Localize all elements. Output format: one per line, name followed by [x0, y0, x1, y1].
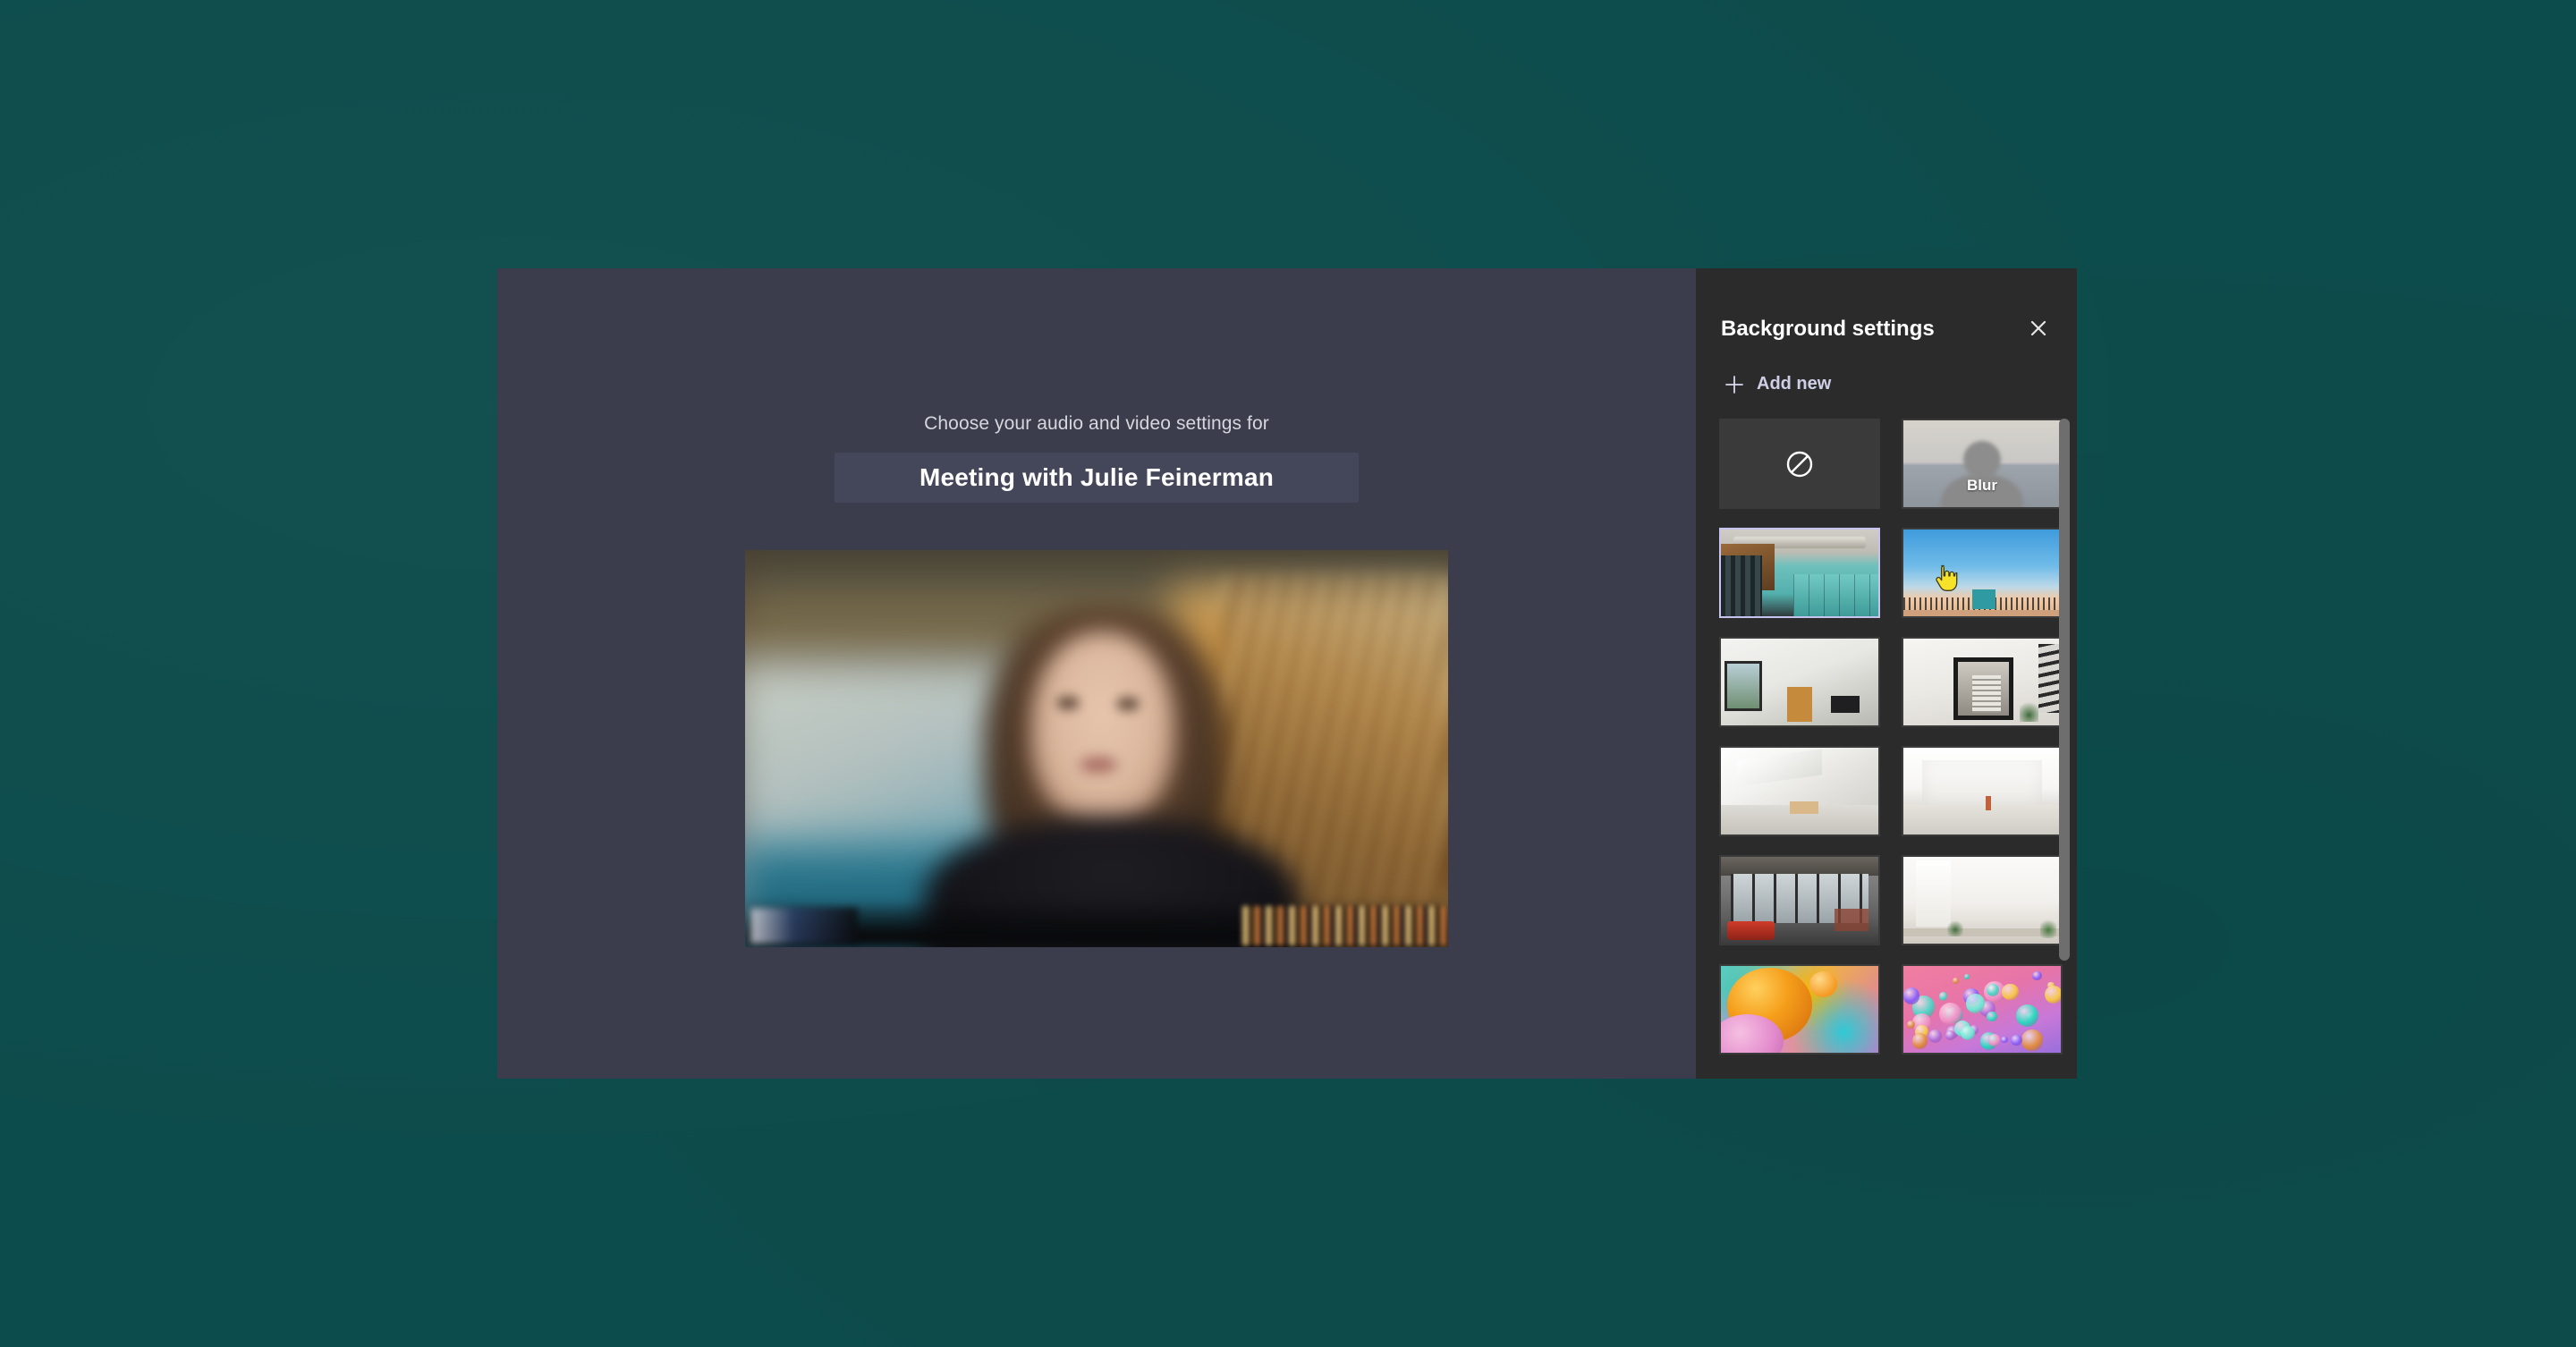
panel-scrollbar[interactable]: [2059, 419, 2070, 1066]
background-thumbnail-spheres-cool: [1903, 966, 2061, 1053]
background-thumbnail-beach-pier: [1903, 529, 2061, 616]
add-new-label: Add new: [1757, 374, 1832, 394]
panel-title: Background settings: [1721, 317, 1935, 341]
prejoin-subtitle: Choose your audio and video settings for: [924, 413, 1269, 434]
background-grid: Blur: [1719, 419, 2063, 1073]
background-tile-white-gallery[interactable]: [1902, 746, 2063, 836]
meeting-title-bar: Meeting with Julie Feinerman: [835, 453, 1359, 503]
background-tile-beach-pier[interactable]: [1902, 528, 2063, 618]
prejoin-stage: Choose your audio and video settings for…: [497, 268, 1696, 1079]
background-tile-caption: Blur: [1967, 477, 1997, 494]
background-thumbnail-room-mirror: [1903, 639, 2061, 725]
video-person-face: [1031, 632, 1174, 825]
background-thumbnail-white-loft: [1721, 748, 1878, 834]
background-thumbnail-none: [1721, 420, 1878, 507]
background-tile-spheres-warm[interactable]: [1719, 964, 1880, 1055]
background-tile-room-mirror[interactable]: [1902, 637, 2063, 727]
video-person-eye-right: [1116, 697, 1140, 711]
background-grid-scroll-area[interactable]: Blur: [1719, 419, 2068, 1079]
close-icon: [2030, 320, 2046, 336]
background-thumbnail-office-lockers: [1721, 529, 1878, 616]
teams-prejoin-window: Choose your audio and video settings for…: [497, 268, 2077, 1079]
background-tile-blur[interactable]: Blur: [1902, 419, 2063, 509]
prejoin-heading-group: Choose your audio and video settings for…: [497, 413, 1696, 503]
background-thumbnail-spheres-warm: [1721, 966, 1878, 1053]
plus-icon: [1725, 375, 1743, 394]
panel-scrollbar-thumb[interactable]: [2059, 419, 2070, 961]
background-tile-white-minimal[interactable]: [1902, 855, 2063, 945]
panel-header: Background settings: [1696, 268, 2077, 342]
meeting-title: Meeting with Julie Feinerman: [919, 463, 1275, 491]
video-person-mouth: [1080, 757, 1117, 773]
background-thumbnail-white-minimal: [1903, 857, 2061, 944]
background-tile-spheres-cool[interactable]: [1902, 964, 2063, 1055]
add-new-background-button[interactable]: Add new: [1719, 370, 1836, 398]
background-tile-none[interactable]: [1719, 419, 1880, 509]
background-thumbnail-room-window: [1721, 639, 1878, 725]
video-person-eye-left: [1056, 696, 1080, 710]
video-scene-desk-object: [750, 908, 858, 944]
background-tile-room-window[interactable]: [1719, 637, 1880, 727]
background-tile-office-lockers[interactable]: [1719, 528, 1880, 618]
background-tile-loft-city-view[interactable]: [1719, 855, 1880, 945]
video-scene-bookshelf: [1242, 906, 1448, 945]
background-thumbnail-loft-city-view: [1721, 857, 1878, 944]
no-background-icon: [1786, 451, 1813, 477]
background-settings-panel: Background settings Add new Blur: [1696, 268, 2077, 1079]
background-tile-white-loft[interactable]: [1719, 746, 1880, 836]
video-preview: [745, 550, 1448, 947]
background-thumbnail-white-gallery: [1903, 748, 2061, 834]
close-panel-button[interactable]: [2025, 317, 2052, 340]
blur-avatar-head: [1963, 441, 2001, 479]
